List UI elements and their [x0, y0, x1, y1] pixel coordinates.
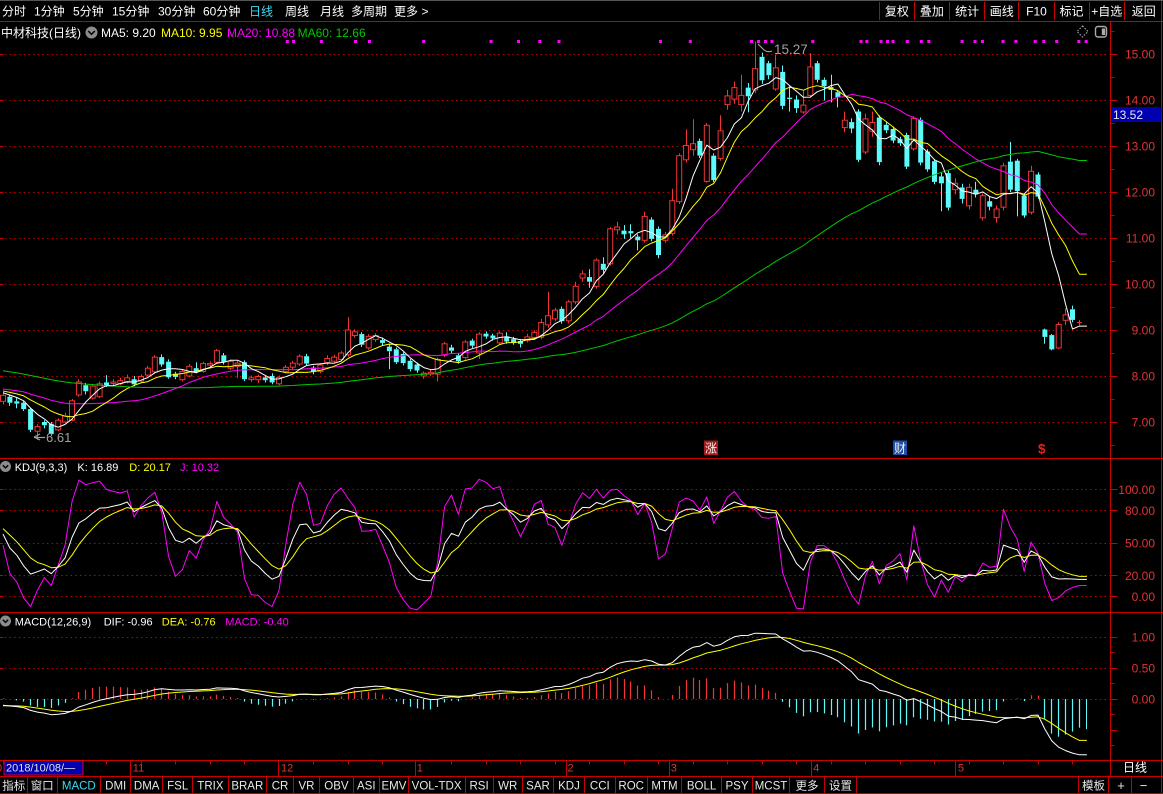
svg-text:VR: VR [299, 781, 315, 793]
svg-text:2018/10/08/—: 2018/10/08/— [6, 763, 75, 775]
svg-text:8.00: 8.00 [1132, 370, 1156, 384]
svg-text:0.00: 0.00 [1132, 590, 1156, 604]
svg-text:12: 12 [281, 763, 293, 775]
svg-text:返回: 返回 [1132, 5, 1156, 19]
svg-text:10.00: 10.00 [1125, 278, 1155, 292]
svg-text:CR: CR [272, 781, 289, 793]
svg-text:100.00: 100.00 [1118, 483, 1155, 497]
svg-text:月线: 月线 [320, 5, 344, 19]
svg-text:$: $ [1038, 442, 1046, 457]
svg-text:13.52: 13.52 [1113, 108, 1143, 122]
svg-text:VOL-TDX: VOL-TDX [412, 781, 462, 793]
svg-text:11.00: 11.00 [1126, 232, 1155, 246]
svg-text:MCST: MCST [755, 781, 788, 793]
svg-text:画线: 画线 [990, 5, 1014, 19]
svg-text:KDJ: KDJ [558, 781, 580, 793]
svg-text:模板: 模板 [1082, 779, 1105, 793]
svg-text:0.50: 0.50 [1132, 662, 1156, 676]
svg-text:2: 2 [568, 763, 574, 775]
svg-text:30分钟: 30分钟 [158, 4, 195, 19]
svg-text:1: 1 [417, 763, 423, 775]
svg-text:OBV: OBV [324, 781, 349, 793]
svg-text:统计: 统计 [955, 5, 979, 19]
svg-text:+自选: +自选 [1091, 5, 1122, 19]
svg-text:12.00: 12.00 [1125, 186, 1155, 200]
svg-text:4: 4 [813, 763, 819, 775]
svg-text:−: − [1140, 778, 1148, 793]
svg-text:SAR: SAR [526, 781, 550, 793]
svg-text:DIF: -0.96: DIF: -0.96 [104, 617, 153, 629]
svg-text:FSL: FSL [167, 781, 189, 793]
svg-text:0.00: 0.00 [1132, 693, 1156, 707]
svg-text:更多: 更多 [394, 5, 418, 19]
svg-text:周线: 周线 [285, 5, 309, 19]
svg-text:ROC: ROC [618, 781, 644, 793]
svg-text:15分钟: 15分钟 [112, 4, 149, 19]
svg-text:TRIX: TRIX [197, 781, 224, 793]
svg-text:50.00: 50.00 [1125, 537, 1155, 551]
svg-text:CCI: CCI [590, 781, 610, 793]
svg-text:KDJ(9,3,3): KDJ(9,3,3) [15, 462, 68, 474]
svg-text:DMA: DMA [134, 781, 160, 793]
svg-text:D: 20.17: D: 20.17 [129, 462, 171, 474]
svg-text:BOLL: BOLL [687, 781, 717, 793]
svg-text:MACD: -0.40: MACD: -0.40 [225, 617, 289, 629]
svg-text:BRAR: BRAR [231, 781, 263, 793]
svg-text:MA10: 9.95: MA10: 9.95 [161, 26, 223, 40]
svg-text:EMV: EMV [381, 781, 406, 793]
svg-text:3: 3 [671, 763, 677, 775]
svg-text:复权: 复权 [885, 5, 909, 19]
svg-text:日线: 日线 [249, 5, 273, 19]
svg-text:J: 10.32: J: 10.32 [180, 462, 219, 474]
svg-text:分时: 分时 [2, 5, 26, 19]
svg-text:20.00: 20.00 [1125, 569, 1155, 583]
svg-text:9.00: 9.00 [1132, 324, 1156, 338]
svg-text:5分钟: 5分钟 [73, 4, 104, 19]
svg-text:F10: F10 [1026, 5, 1047, 19]
svg-text:MA60: 12.66: MA60: 12.66 [298, 26, 366, 40]
svg-text:RSI: RSI [470, 781, 489, 793]
svg-text:MACD: MACD [62, 781, 96, 793]
svg-text:MA5: 9.20: MA5: 9.20 [101, 26, 156, 40]
svg-text:设置: 设置 [829, 780, 852, 793]
svg-text:+: + [1117, 778, 1125, 793]
svg-text:1分钟: 1分钟 [34, 4, 65, 19]
svg-text:11: 11 [133, 763, 144, 775]
svg-text:窗口: 窗口 [31, 779, 54, 793]
svg-text:中材科技(日线): 中材科技(日线) [1, 25, 81, 40]
svg-text:涨: 涨 [705, 441, 717, 456]
svg-text:DMI: DMI [105, 781, 126, 793]
svg-text:MACD(12,26,9): MACD(12,26,9) [15, 617, 91, 629]
svg-text:MTM: MTM [651, 781, 677, 793]
svg-text:15.00: 15.00 [1125, 48, 1155, 62]
svg-text:6.61: 6.61 [46, 430, 71, 445]
svg-text:15.27: 15.27 [774, 42, 808, 57]
svg-text:PSY: PSY [725, 781, 748, 793]
svg-text:MA20: 10.88: MA20: 10.88 [227, 26, 295, 40]
svg-text:5: 5 [958, 763, 964, 775]
svg-text:>: > [422, 5, 429, 19]
svg-text:DEA: -0.76: DEA: -0.76 [162, 617, 216, 629]
svg-text:14.00: 14.00 [1125, 94, 1155, 108]
svg-text:财: 财 [894, 442, 906, 456]
svg-text:叠加: 叠加 [920, 5, 944, 19]
svg-text:ASI: ASI [357, 781, 376, 793]
svg-text:1.00: 1.00 [1132, 631, 1156, 645]
svg-text:更多: 更多 [796, 779, 819, 793]
svg-text:0: 0 [0, 763, 2, 775]
svg-text:指标: 指标 [2, 779, 25, 793]
svg-text:13.00: 13.00 [1125, 140, 1155, 154]
svg-text:7.00: 7.00 [1132, 416, 1156, 430]
svg-text:标记: 标记 [1059, 5, 1083, 19]
svg-text:日线: 日线 [1123, 761, 1147, 775]
svg-text:80.00: 80.00 [1125, 504, 1155, 518]
svg-text:K: 16.89: K: 16.89 [77, 462, 118, 474]
svg-text:多周期: 多周期 [351, 5, 387, 19]
svg-text:60分钟: 60分钟 [203, 4, 240, 19]
svg-text:WR: WR [498, 781, 517, 793]
